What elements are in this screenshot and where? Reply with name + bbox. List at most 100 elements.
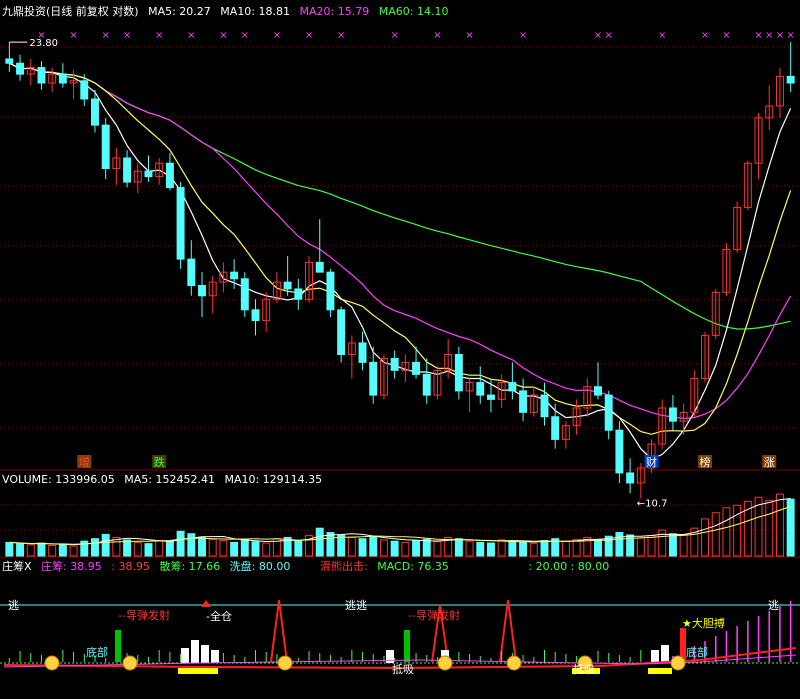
volume-bar — [647, 535, 656, 557]
volume-bar — [519, 541, 528, 557]
candle-body — [486, 394, 495, 400]
top-cross-marker: × — [337, 30, 345, 41]
volume-bar — [219, 540, 228, 557]
volume-bar — [230, 541, 239, 557]
ma60-label: MA60: 14.10 — [378, 5, 449, 18]
smiley-icon — [277, 655, 293, 671]
top-cross-marker: × — [155, 30, 163, 41]
yellow-signal-bar — [648, 668, 672, 674]
ma5-label: MA5: 20.27 — [148, 5, 211, 18]
white-signal-block — [201, 645, 209, 663]
indicator-name: 庄筹X — [2, 560, 32, 573]
yellow-signal-bar — [178, 668, 218, 674]
candle-body — [604, 394, 613, 431]
top-cross-marker: × — [658, 30, 666, 41]
white-signal-block — [211, 650, 219, 663]
top-cross-marker: × — [594, 30, 602, 41]
top-cross-marker: × — [605, 30, 613, 41]
candle-body — [58, 73, 67, 84]
candle-body — [540, 394, 549, 418]
candle-body — [80, 80, 89, 100]
volume-bar — [347, 536, 356, 557]
candle-body — [240, 278, 249, 311]
volume-header: VOLUME: 133996.05 MA5: 152452.41 MA10: 1… — [2, 473, 328, 486]
volume-bar — [433, 541, 442, 557]
ma5-line — [9, 62, 792, 460]
xipan-label: 洗盘: 80.00 — [229, 560, 291, 573]
volume-bar — [16, 543, 25, 557]
top-cross-marker: × — [465, 30, 473, 41]
top-cross-marker: × — [722, 30, 730, 41]
candle-body — [519, 390, 528, 413]
volume-bar — [208, 538, 217, 557]
candle-body — [358, 342, 367, 363]
candle-body — [390, 357, 399, 371]
candle-body — [326, 271, 335, 311]
candle-body — [369, 361, 378, 396]
candle-body — [422, 373, 431, 396]
volume-bar — [358, 538, 367, 557]
ma20-label: MA20: 15.79 — [299, 5, 370, 18]
top-cross-marker: × — [123, 30, 131, 41]
candle-body — [144, 170, 153, 178]
smiley-icon — [437, 655, 453, 671]
volume-bar — [101, 533, 110, 557]
volume-bar — [454, 538, 463, 557]
volume-bar — [476, 541, 485, 557]
top-cross-marker: × — [187, 30, 195, 41]
volume-bar — [722, 507, 731, 557]
volume-bar — [401, 541, 410, 557]
volume-bar — [58, 543, 67, 557]
signal-block — [115, 630, 121, 662]
candle-body — [551, 416, 560, 440]
volume-bar — [465, 540, 474, 557]
volume-bar — [561, 540, 570, 557]
volume-bar — [144, 543, 153, 557]
vol-ma5-label: MA5: 152452.41 — [124, 473, 215, 486]
volume-bar — [48, 544, 57, 557]
indicator-annotation: 逃 — [768, 599, 779, 612]
volume-bar — [636, 537, 645, 557]
huaxiong-label: 滑熊出击: — [320, 560, 368, 573]
volume-bar — [701, 518, 710, 557]
volume-bar — [422, 538, 431, 557]
top-cross-marker: × — [519, 30, 527, 41]
white-signal-block — [661, 645, 669, 663]
top-cross-marker: × — [101, 30, 109, 41]
candle-body — [337, 309, 346, 355]
volume-bar — [5, 541, 14, 557]
candle-body — [123, 157, 132, 183]
volume-bar — [508, 540, 517, 557]
volume-bar — [486, 542, 495, 557]
indicator-annotation: --导弹发射 — [118, 608, 170, 622]
volume-bar — [90, 538, 99, 557]
candle-body — [187, 258, 196, 287]
top-cross-marker: × — [701, 30, 709, 41]
event-tag: 增 — [79, 455, 90, 469]
smiley-icon — [506, 655, 522, 671]
indicator-annotation: 抵吸 — [573, 662, 595, 676]
indicator-annotation: 逃逃 — [345, 599, 367, 612]
volume-label: VOLUME: 133996.05 — [2, 473, 115, 486]
top-cross-marker: × — [786, 30, 794, 41]
indicator-annotation: --导弹发射 — [408, 608, 460, 622]
volume-bar — [26, 544, 35, 557]
macd-label: MACD: 76.35 — [377, 560, 449, 573]
candle-body — [37, 67, 46, 84]
volume-bar — [123, 539, 132, 557]
volume-bar — [176, 530, 185, 557]
volume-bar — [379, 539, 388, 557]
top-cross-marker: × — [390, 30, 398, 41]
sanchou-label: 散筹: 17.66 — [159, 560, 221, 573]
indicator-header: 庄筹X 庄筹: 38.95 : 38.95 散筹: 17.66 洗盘: 80.0… — [2, 558, 296, 574]
candle-body — [230, 271, 239, 280]
volume-bar — [294, 540, 303, 557]
signal-block — [404, 630, 410, 662]
candle-body — [626, 472, 635, 484]
ma10-label: MA10: 18.81 — [220, 5, 291, 18]
top-cross-marker: × — [776, 30, 784, 41]
signal-spike — [270, 599, 288, 663]
white-signal-block — [651, 650, 659, 663]
ma20-line — [9, 62, 792, 420]
volume-bar — [679, 534, 688, 557]
